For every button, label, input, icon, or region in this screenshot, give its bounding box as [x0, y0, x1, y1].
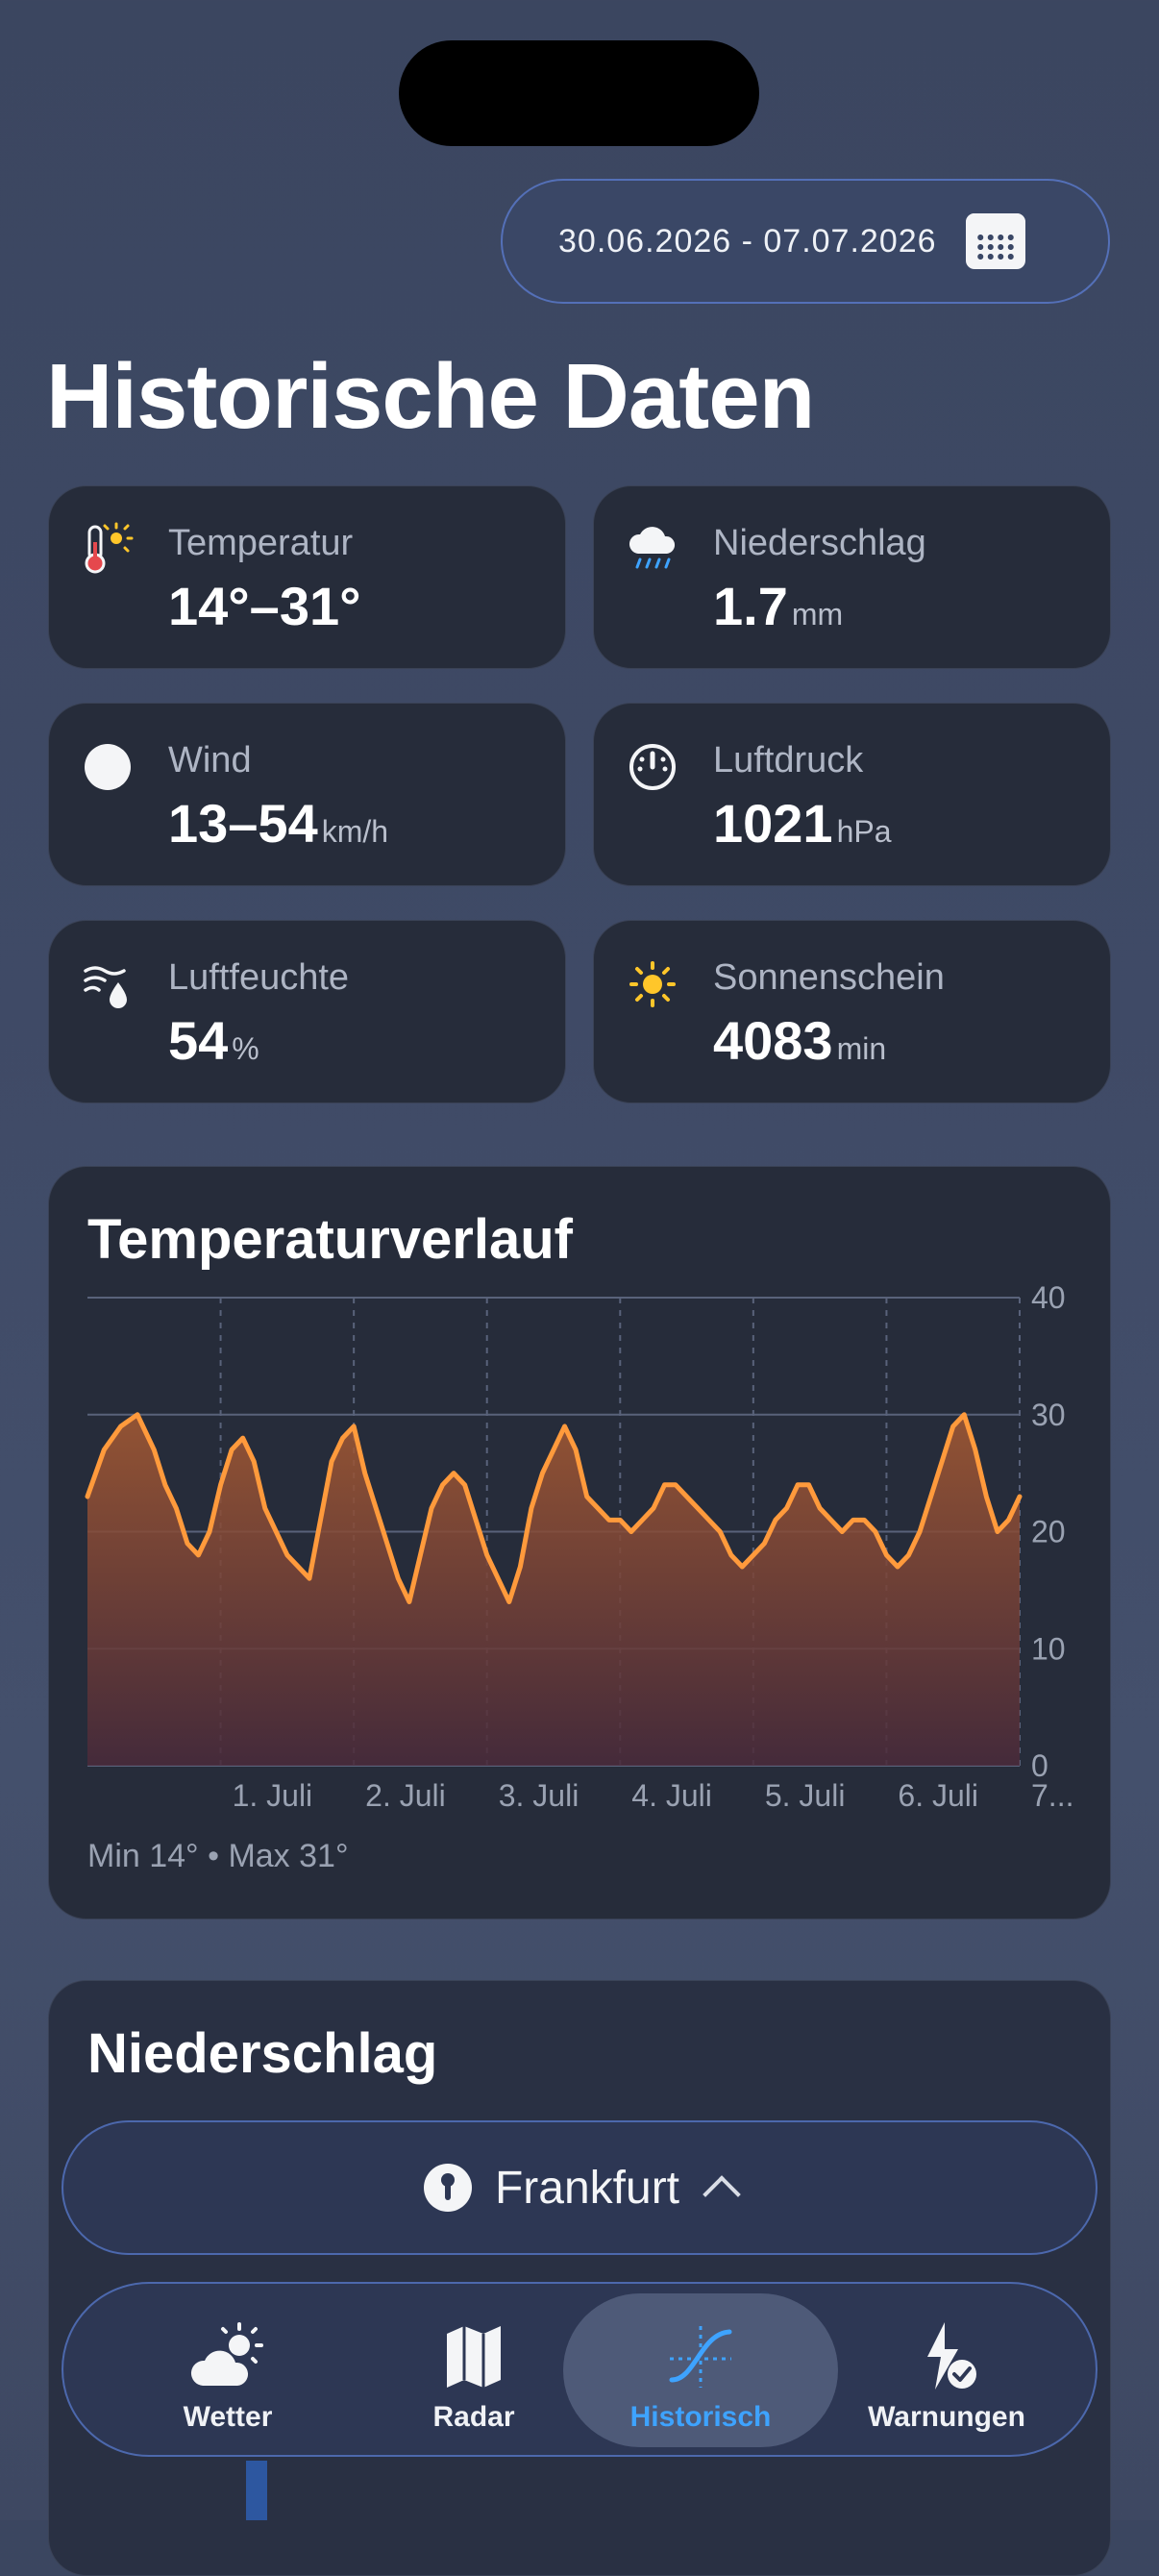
- stat-card-temperature[interactable]: Temperatur 14°–31°: [48, 485, 566, 669]
- y-tick-label: 40: [1031, 1280, 1066, 1315]
- y-tick-label: 30: [1031, 1398, 1066, 1432]
- stat-value: 4083 min: [713, 1010, 887, 1071]
- stat-value: 14°–31°: [168, 576, 361, 636]
- precipitation-card: Niederschlag: [48, 1980, 1111, 2576]
- date-range-text: 30.06.2026 - 07.07.2026: [558, 222, 937, 260]
- chart-bar-peek: [246, 2461, 267, 2520]
- tab-historisch[interactable]: Historisch: [563, 2293, 838, 2447]
- stat-card-pressure[interactable]: Luftdruck 1021 hPa: [593, 703, 1111, 886]
- stat-label: Luftfeuchte: [168, 957, 350, 998]
- gauge-icon: [629, 744, 676, 790]
- humidity-icon: [84, 966, 127, 1008]
- x-tick-label: 6. Juli: [898, 1778, 978, 1813]
- x-tick-label: 3. Juli: [499, 1778, 580, 1813]
- tab-label: Warnungen: [868, 2401, 1025, 2433]
- x-tick-label: 7...: [1031, 1778, 1073, 1813]
- stat-value: 1.7 mm: [713, 576, 844, 636]
- location-selector[interactable]: Frankfurt: [62, 2120, 1097, 2255]
- location-pin-icon: [423, 2164, 472, 2212]
- history-curve-icon: [669, 2326, 732, 2388]
- sun-icon: [629, 961, 676, 1007]
- temperature-chart-card: Temperaturverlauf 0 10 20 30 40 1. Juli 2. Jul…: [48, 1166, 1111, 1920]
- rain-cloud-icon: [629, 527, 676, 569]
- stat-label: Sonnenschein: [713, 957, 945, 998]
- stat-label: Niederschlag: [713, 523, 926, 563]
- x-tick-label: 5. Juli: [765, 1778, 846, 1813]
- page-title: Historische Daten: [46, 345, 815, 448]
- stat-value: 54%: [168, 1010, 259, 1071]
- tab-label: Wetter: [183, 2401, 273, 2433]
- stat-label: Luftdruck: [713, 740, 864, 780]
- thermometer-sun-icon: [85, 522, 134, 574]
- weather-icon: [190, 2322, 263, 2386]
- x-tick-label: 4. Juli: [631, 1778, 712, 1813]
- stat-card-wind[interactable]: Wind 13–54 km/h: [48, 703, 566, 886]
- stat-value: 1021 hPa: [713, 793, 892, 854]
- stat-card-sunshine[interactable]: Sonnenschein 4083 min: [593, 920, 1111, 1103]
- stat-card-humidity[interactable]: Luftfeuchte 54%: [48, 920, 566, 1103]
- chart-min-max: Min 14° • Max 31°: [87, 1838, 349, 1874]
- stat-unit: %: [232, 1031, 259, 1066]
- stat-card-precipitation[interactable]: Niederschlag 1.7 mm: [593, 485, 1111, 669]
- tab-bar: Wetter Radar Historisch Warnungen: [62, 2282, 1097, 2457]
- precipitation-title: Niederschlag: [87, 2022, 438, 2085]
- y-tick-label: 10: [1031, 1631, 1066, 1666]
- stat-label: Wind: [168, 740, 252, 780]
- chevron-up-icon: [703, 2175, 741, 2214]
- tab-label: Historisch: [629, 2401, 772, 2433]
- y-tick-label: 20: [1031, 1515, 1066, 1549]
- tab-warnungen[interactable]: Warnungen: [809, 2293, 1084, 2447]
- dynamic-island: [399, 40, 759, 146]
- warning-bolt-icon: [927, 2322, 976, 2390]
- stat-label: Temperatur: [168, 523, 354, 563]
- stat-unit: hPa: [836, 814, 892, 849]
- map-icon: [447, 2326, 501, 2388]
- date-range-picker[interactable]: 30.06.2026 - 07.07.2026: [501, 179, 1110, 304]
- location-name: Frankfurt: [494, 2162, 680, 2214]
- x-tick-label: 2. Juli: [365, 1778, 446, 1813]
- stat-unit: km/h: [321, 814, 389, 849]
- wind-dot-icon: [85, 744, 131, 790]
- stat-value: 13–54 km/h: [168, 793, 389, 854]
- calendar-icon: [965, 213, 1025, 269]
- stat-unit: mm: [791, 597, 844, 632]
- tab-wetter[interactable]: Wetter: [90, 2293, 365, 2447]
- stat-unit: min: [836, 1031, 887, 1066]
- x-tick-label: 1. Juli: [233, 1778, 313, 1813]
- temperature-chart: 0102030401. Juli 2. Juli 3. Juli 4. Juli 5. …: [85, 1280, 1073, 1813]
